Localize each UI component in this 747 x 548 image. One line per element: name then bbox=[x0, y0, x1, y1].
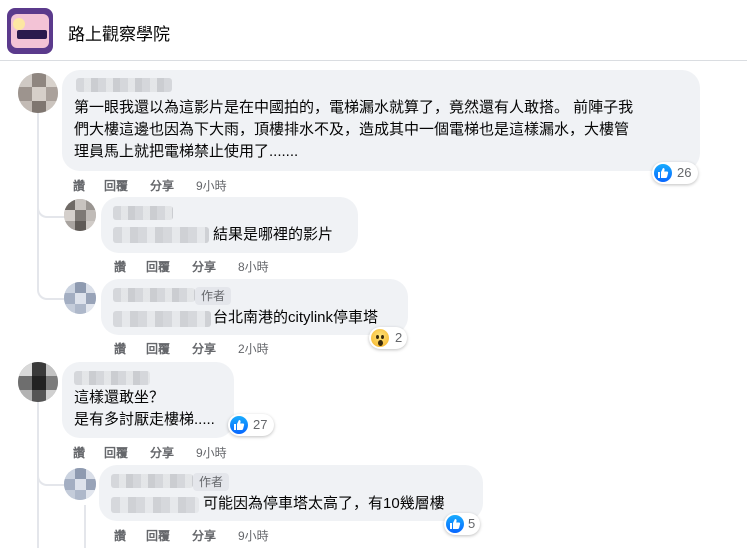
commenter-name[interactable] bbox=[74, 371, 150, 385]
reaction-summary[interactable]: 5 bbox=[444, 513, 480, 535]
comment-text-line: 這樣還敢坐？ bbox=[74, 389, 165, 406]
reaction-summary[interactable]: 2 bbox=[369, 327, 407, 349]
share-link[interactable]: 分享 bbox=[192, 527, 216, 544]
comment-time[interactable]: 9小時 bbox=[196, 444, 227, 461]
comment-text: 台北南港的citylink停車塔 bbox=[213, 309, 379, 326]
reply-link[interactable]: 回覆 bbox=[146, 527, 170, 544]
like-icon bbox=[230, 416, 248, 434]
reaction-count: 26 bbox=[677, 165, 692, 180]
comment-time[interactable]: 9小時 bbox=[238, 527, 269, 544]
like-link[interactable]: 讚 bbox=[114, 340, 126, 357]
reaction-summary[interactable]: 27 bbox=[228, 414, 274, 436]
comment-bubble: 作者 可能因為停車塔太高了，有10幾層樓 bbox=[99, 465, 483, 521]
reply-link[interactable]: 回覆 bbox=[104, 444, 128, 461]
commenter-avatar[interactable] bbox=[64, 468, 96, 500]
reply-link[interactable]: 回覆 bbox=[146, 258, 170, 275]
author-badge: 作者 bbox=[195, 287, 232, 305]
reply-link[interactable]: 回覆 bbox=[146, 340, 170, 357]
thread-connector bbox=[37, 462, 65, 486]
wow-icon bbox=[371, 329, 389, 347]
comment-text: 結果是哪裡的影片 bbox=[213, 226, 334, 243]
comment-bubble: 第一眼我還以為這影片是在中國拍的，電梯漏水就算了，竟然還有人敢搭。 前陣子我 們… bbox=[62, 70, 700, 171]
share-link[interactable]: 分享 bbox=[192, 340, 216, 357]
redacted-text bbox=[113, 311, 211, 327]
thread-line bbox=[84, 505, 86, 548]
comment-text-line: 們大樓這邊也因為下大雨，頂樓排水不及，造成其中一個電梯也是這樣漏水，大樓管 bbox=[74, 121, 630, 138]
comment-text: 可能因為停車塔太高了，有10幾層樓 bbox=[203, 495, 445, 512]
commenter-avatar[interactable] bbox=[64, 282, 96, 314]
page-avatar[interactable] bbox=[7, 8, 53, 54]
comment-text-line: 第一眼我還以為這影片是在中國拍的，電梯漏水就算了，竟然還有人敢搭。 前陣子我 bbox=[74, 99, 634, 116]
like-icon bbox=[654, 164, 672, 182]
comment-time[interactable]: 2小時 bbox=[238, 340, 269, 357]
share-link[interactable]: 分享 bbox=[192, 258, 216, 275]
commenter-name[interactable] bbox=[111, 474, 193, 488]
redacted-text bbox=[111, 497, 199, 513]
share-link[interactable]: 分享 bbox=[150, 444, 174, 461]
page-header: 路上觀察學院 bbox=[0, 0, 747, 61]
comment-text-line: 是有多討厭走樓梯..... bbox=[74, 411, 215, 428]
thread-connector bbox=[37, 200, 65, 218]
thread-line bbox=[37, 108, 39, 286]
share-link[interactable]: 分享 bbox=[150, 177, 174, 194]
redacted-text bbox=[113, 227, 209, 243]
comment-text-line: 理員馬上就把電梯禁止使用了....... bbox=[74, 143, 299, 160]
comment-bubble: 作者 台北南港的citylink停車塔 bbox=[101, 279, 408, 335]
comment-bubble: 結果是哪裡的影片 bbox=[101, 197, 358, 253]
comment-time[interactable]: 8小時 bbox=[238, 258, 269, 275]
reaction-count: 2 bbox=[395, 330, 403, 345]
commenter-name[interactable] bbox=[76, 78, 172, 92]
like-icon bbox=[446, 515, 464, 533]
reaction-summary[interactable]: 26 bbox=[652, 162, 698, 184]
commenter-avatar[interactable] bbox=[18, 73, 58, 113]
like-link[interactable]: 讚 bbox=[114, 258, 126, 275]
comment-time[interactable]: 9小時 bbox=[196, 177, 227, 194]
reaction-count: 5 bbox=[468, 516, 476, 531]
page-title[interactable]: 路上觀察學院 bbox=[68, 20, 170, 45]
comment-bubble: 這樣還敢坐？ 是有多討厭走樓梯..... bbox=[62, 362, 234, 438]
like-link[interactable]: 讚 bbox=[73, 444, 85, 461]
commenter-avatar[interactable] bbox=[18, 362, 58, 402]
author-badge: 作者 bbox=[193, 473, 230, 491]
commenter-avatar[interactable] bbox=[64, 199, 96, 231]
commenter-name[interactable] bbox=[113, 288, 195, 302]
thread-connector bbox=[37, 270, 65, 300]
commenter-name[interactable] bbox=[113, 206, 173, 220]
like-link[interactable]: 讚 bbox=[73, 177, 85, 194]
reaction-count: 27 bbox=[253, 417, 268, 432]
like-link[interactable]: 讚 bbox=[114, 527, 126, 544]
reply-link[interactable]: 回覆 bbox=[104, 177, 128, 194]
